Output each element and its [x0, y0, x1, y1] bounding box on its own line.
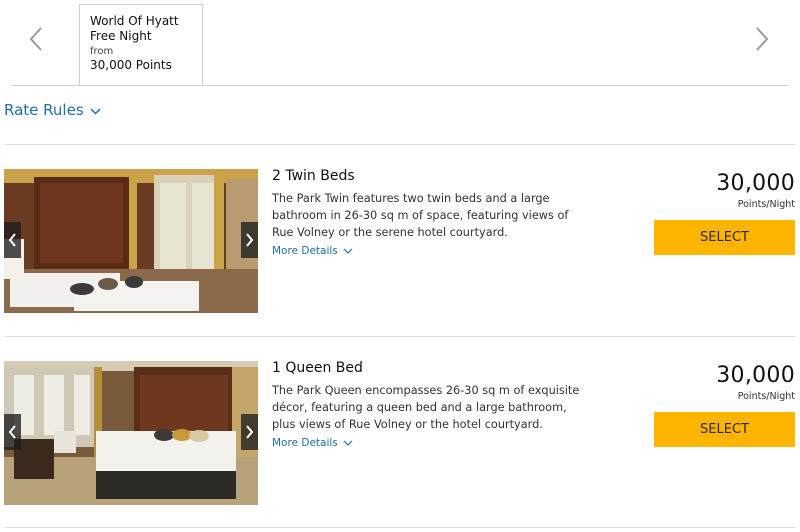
rate-tab-points: 30,000 Points	[90, 58, 172, 72]
room-row: 2 Twin Beds The Park Twin features two t…	[4, 168, 795, 313]
more-details-label: More Details	[272, 437, 338, 449]
next-rate-button[interactable]	[750, 24, 774, 54]
chevron-down-icon	[343, 440, 353, 446]
room-photo-image	[4, 361, 258, 505]
points-price: 30,000	[716, 171, 795, 196]
section-divider	[4, 144, 795, 145]
tabs-divider	[11, 85, 789, 86]
room-title: 1 Queen Bed	[272, 360, 363, 376]
chevron-down-icon	[90, 108, 101, 115]
room-divider	[4, 527, 795, 528]
more-details-link[interactable]: More Details	[272, 437, 353, 449]
room-title: 2 Twin Beds	[272, 168, 355, 184]
chevron-right-icon	[756, 27, 769, 51]
points-unit: Points/Night	[737, 199, 795, 210]
chevron-down-icon	[343, 248, 353, 254]
chevron-right-icon	[246, 233, 254, 247]
room-description: The Park Queen encompasses 26-30 sq m of…	[272, 384, 580, 431]
chevron-left-icon	[8, 425, 16, 439]
chevron-right-icon	[246, 425, 254, 439]
chevron-left-icon	[29, 27, 42, 51]
room-photo[interactable]	[4, 361, 258, 505]
rate-tab-title-line2: Free Night	[90, 29, 152, 43]
rate-tab-title-line1: World Of Hyatt	[90, 14, 179, 28]
select-button[interactable]: SELECT	[654, 412, 795, 447]
more-details-label: More Details	[272, 245, 338, 257]
rate-rules-toggle[interactable]: Rate Rules	[4, 101, 101, 119]
room-photo[interactable]	[4, 169, 258, 313]
room-row: 1 Queen Bed The Park Queen encompasses 2…	[4, 360, 795, 505]
rate-rules-label: Rate Rules	[4, 101, 84, 119]
photo-next-button[interactable]	[241, 414, 258, 450]
photo-next-button[interactable]	[241, 222, 258, 258]
points-unit: Points/Night	[737, 391, 795, 402]
more-details-link[interactable]: More Details	[272, 245, 353, 257]
prev-rate-button[interactable]	[24, 24, 48, 54]
room-photo-image	[4, 169, 258, 313]
chevron-left-icon	[8, 233, 16, 247]
rate-tab-from-label: from	[90, 46, 114, 57]
points-price: 30,000	[716, 363, 795, 388]
rate-tab-world-of-hyatt[interactable]: World Of Hyatt Free Night from 30,000 Po…	[79, 4, 203, 86]
photo-prev-button[interactable]	[4, 222, 21, 258]
room-description: The Park Twin features two twin beds and…	[272, 192, 569, 239]
photo-prev-button[interactable]	[4, 414, 21, 450]
room-divider	[4, 336, 795, 337]
select-button[interactable]: SELECT	[654, 220, 795, 255]
